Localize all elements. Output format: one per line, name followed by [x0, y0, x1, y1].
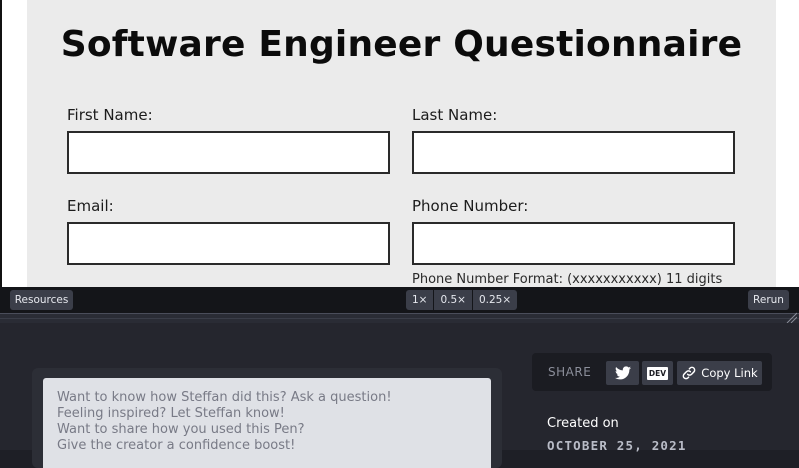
phone-input[interactable] [412, 222, 735, 265]
comment-placeholder-line: Want to share how you used this Pen? [57, 422, 305, 437]
comment-placeholder-line: Feeling inspired? Let Steffan know! [57, 406, 285, 421]
twitter-bird-icon [614, 366, 631, 380]
share-dev-button[interactable]: DEV [642, 361, 673, 385]
phone-label: Phone Number: [412, 197, 529, 215]
share-twitter-button[interactable] [606, 361, 639, 385]
last-name-input[interactable] [412, 131, 735, 174]
zoom-0.25x-button[interactable]: 0.25× [472, 290, 518, 310]
zoom-selector: 1× 0.5× 0.25× [406, 290, 518, 310]
dev-logo-icon: DEV [646, 366, 669, 380]
share-label: SHARE [548, 365, 592, 379]
share-bar: SHARE DEV Copy Link [532, 353, 772, 391]
email-label: Email: [67, 197, 114, 215]
questionnaire-form: Software Engineer Questionnaire First Na… [27, 0, 776, 287]
comment-placeholder-line: Give the creator a confidence boost! [57, 438, 296, 453]
comment-placeholder-line: Want to know how Steffan did this? Ask a… [57, 390, 392, 405]
first-name-label: First Name: [67, 106, 153, 124]
link-icon [682, 366, 696, 380]
zoom-1x-button[interactable]: 1× [406, 290, 434, 310]
resources-button[interactable]: Resources [10, 290, 73, 310]
email-input[interactable] [67, 222, 390, 265]
resize-divider[interactable] [0, 313, 799, 323]
preview-toolbar: Resources 1× 0.5× 0.25× Rerun [0, 287, 799, 313]
divider-line [0, 318, 799, 319]
last-name-label: Last Name: [412, 106, 498, 124]
zoom-0.5x-button[interactable]: 0.5× [434, 290, 472, 310]
pen-details: Want to know how Steffan did this? Ask a… [0, 323, 799, 468]
created-date: OCTOBER 25, 2021 [547, 438, 687, 453]
rerun-button[interactable]: Rerun [748, 290, 789, 310]
comment-panel: Want to know how Steffan did this? Ask a… [32, 368, 502, 468]
phone-format-hint: Phone Number Format: (xxxxxxxxxxx) 11 di… [412, 272, 723, 287]
copy-link-button[interactable]: Copy Link [677, 361, 762, 385]
preview-edge [0, 0, 2, 287]
copy-link-label: Copy Link [701, 366, 758, 380]
resize-grip-icon[interactable] [785, 311, 797, 323]
first-name-input[interactable] [67, 131, 390, 174]
comment-input[interactable]: Want to know how Steffan did this? Ask a… [43, 378, 491, 468]
form-title: Software Engineer Questionnaire [60, 24, 743, 65]
pen-preview: Software Engineer Questionnaire First Na… [0, 0, 799, 287]
created-on-label: Created on [547, 416, 619, 431]
